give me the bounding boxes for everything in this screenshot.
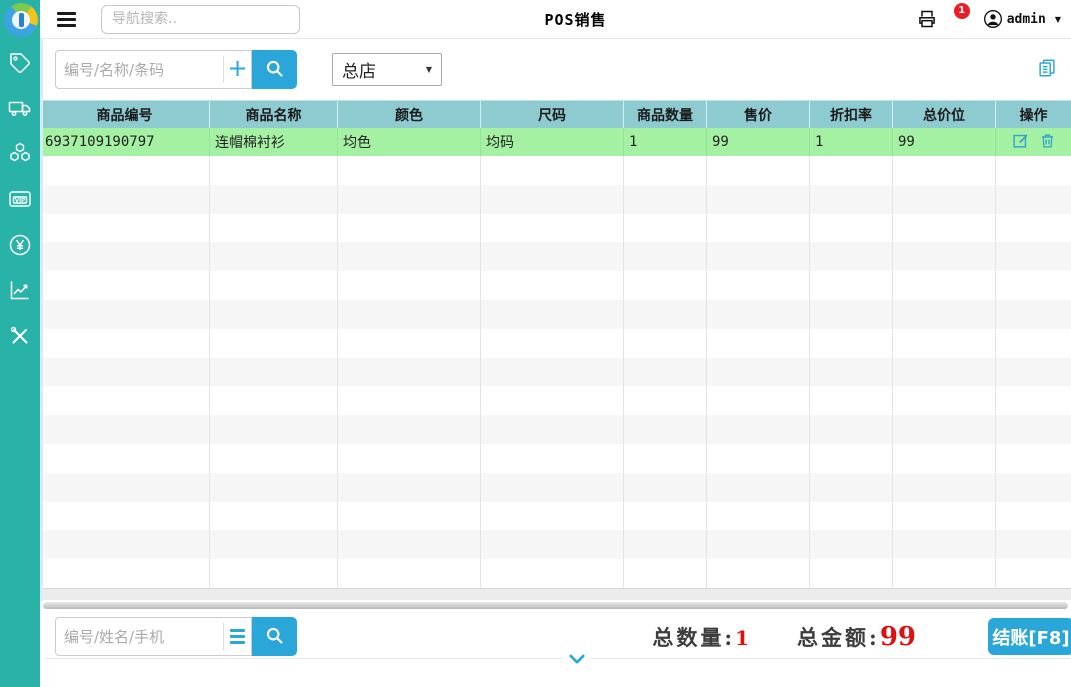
menu-toggle-icon[interactable] [57, 12, 76, 27]
column-header[interactable]: 商品名称 [210, 101, 338, 128]
sidebar-item-goods[interactable] [8, 51, 32, 75]
left-accent-strip [40, 39, 43, 601]
empty-table-row [40, 444, 1071, 473]
member-search-button[interactable] [252, 617, 297, 656]
topbar-actions: 1 admin ▼ [917, 9, 1061, 29]
empty-table-row [40, 415, 1071, 444]
page-title: POS销售 [544, 9, 606, 30]
yen-coin-icon [8, 233, 32, 257]
member-search-input[interactable] [56, 628, 223, 646]
avatar-icon[interactable] [983, 9, 1003, 29]
empty-table-row [40, 329, 1071, 358]
product-search-box: + [55, 50, 252, 89]
price-tag-icon [8, 51, 32, 75]
empty-table-row [40, 502, 1071, 531]
cell-discount: 1 [810, 128, 893, 156]
cubes-icon [8, 141, 32, 165]
empty-table-row [40, 214, 1071, 243]
empty-table-row [40, 358, 1071, 387]
empty-table-row [40, 300, 1071, 329]
svg-text:VIP: VIP [15, 198, 25, 204]
cell-size: 均码 [481, 128, 624, 156]
empty-table-row [40, 473, 1071, 502]
total-qty-label: 总数量: [652, 622, 735, 652]
sidebar-item-settings[interactable] [8, 324, 32, 348]
total-amount-label: 总金额: [797, 622, 880, 652]
delete-icon[interactable] [1039, 132, 1056, 153]
sidebar-item-inventory[interactable] [8, 141, 32, 165]
totals-summary: 总数量: 1 总金额: 99 [652, 622, 916, 652]
notification-badge: 1 [954, 3, 970, 19]
store-select-caret-icon: ▼ [426, 65, 432, 74]
empty-table-row [40, 185, 1071, 214]
truck-icon [8, 96, 32, 120]
empty-table-row [40, 156, 1071, 185]
main-content: + 总店 ▼ 商品编号 商品名称 颜色 尺码 商品数量 售价 折扣率 总价位 操… [40, 39, 1071, 686]
user-menu-caret-icon[interactable]: ▼ [1055, 15, 1061, 24]
empty-table-row [40, 386, 1071, 415]
print-icon[interactable] [917, 9, 937, 29]
horizontal-scrollbar[interactable] [40, 588, 1071, 600]
cell-color: 均色 [338, 128, 481, 156]
empty-table-row [40, 530, 1071, 559]
cell-total: 99 [893, 128, 996, 156]
column-header[interactable]: 商品数量 [624, 101, 707, 128]
table-header-row: 商品编号 商品名称 颜色 尺码 商品数量 售价 折扣率 总价位 操作 [40, 100, 1071, 128]
cell-product-name: 连帽棉衬衫 [210, 128, 338, 156]
checkout-button[interactable]: 结账[F8] [988, 618, 1071, 655]
username-label[interactable]: admin [1007, 12, 1046, 27]
line-chart-icon [8, 278, 32, 302]
empty-table-body [40, 156, 1071, 588]
product-search-input[interactable] [56, 61, 223, 79]
collapse-divider [45, 658, 1071, 659]
column-header[interactable]: 颜色 [338, 101, 481, 128]
copy-documents-icon[interactable] [1036, 57, 1058, 83]
empty-table-row [40, 242, 1071, 271]
panel-divider-handle[interactable] [43, 602, 1068, 609]
column-header[interactable]: 尺码 [481, 101, 624, 128]
product-search-button[interactable] [252, 50, 297, 89]
empty-table-row [40, 559, 1071, 588]
tools-icon [8, 324, 32, 348]
search-icon [264, 625, 285, 649]
checkout-footer: 总数量: 1 总金额: 99 结账[F8] [40, 609, 1071, 686]
total-qty-value: 1 [735, 626, 749, 650]
cart-item-row[interactable]: 6937109190797 连帽棉衬衫 均色 均码 1 99 1 99 [40, 128, 1071, 156]
cell-product-code: 6937109190797 [40, 128, 210, 156]
total-amount-value: 99 [880, 622, 916, 652]
vip-card-icon: VIP [8, 187, 32, 211]
member-list-icon[interactable] [223, 623, 251, 650]
sidebar-item-vip[interactable]: VIP [8, 187, 32, 211]
edit-icon[interactable] [1012, 132, 1029, 153]
column-header[interactable]: 商品编号 [40, 101, 210, 128]
sidebar-item-delivery[interactable] [8, 96, 32, 120]
top-bar: POS销售 1 admin ▼ [40, 0, 1071, 39]
column-header[interactable]: 折扣率 [810, 101, 893, 128]
nav-search-input[interactable] [101, 5, 300, 34]
add-product-button[interactable]: + [223, 56, 251, 83]
empty-table-row [40, 271, 1071, 300]
sidebar-item-finance[interactable] [8, 233, 32, 257]
cell-actions [996, 128, 1071, 156]
column-header[interactable]: 总价位 [893, 101, 996, 128]
app-logo[interactable] [4, 3, 38, 37]
search-icon [264, 58, 285, 82]
product-toolbar: + 总店 ▼ [40, 39, 1071, 100]
store-select-value: 总店 [342, 57, 376, 82]
member-search-box [55, 617, 252, 656]
sidebar: VIP [0, 0, 40, 687]
column-header[interactable]: 售价 [707, 101, 810, 128]
cell-quantity: 1 [624, 128, 707, 156]
app-logo-bar [19, 13, 24, 27]
sidebar-item-reports[interactable] [8, 278, 32, 302]
collapse-chevron-icon[interactable] [564, 650, 590, 669]
store-select[interactable]: 总店 ▼ [332, 53, 442, 86]
column-header[interactable]: 操作 [996, 101, 1071, 128]
cell-price: 99 [707, 128, 810, 156]
